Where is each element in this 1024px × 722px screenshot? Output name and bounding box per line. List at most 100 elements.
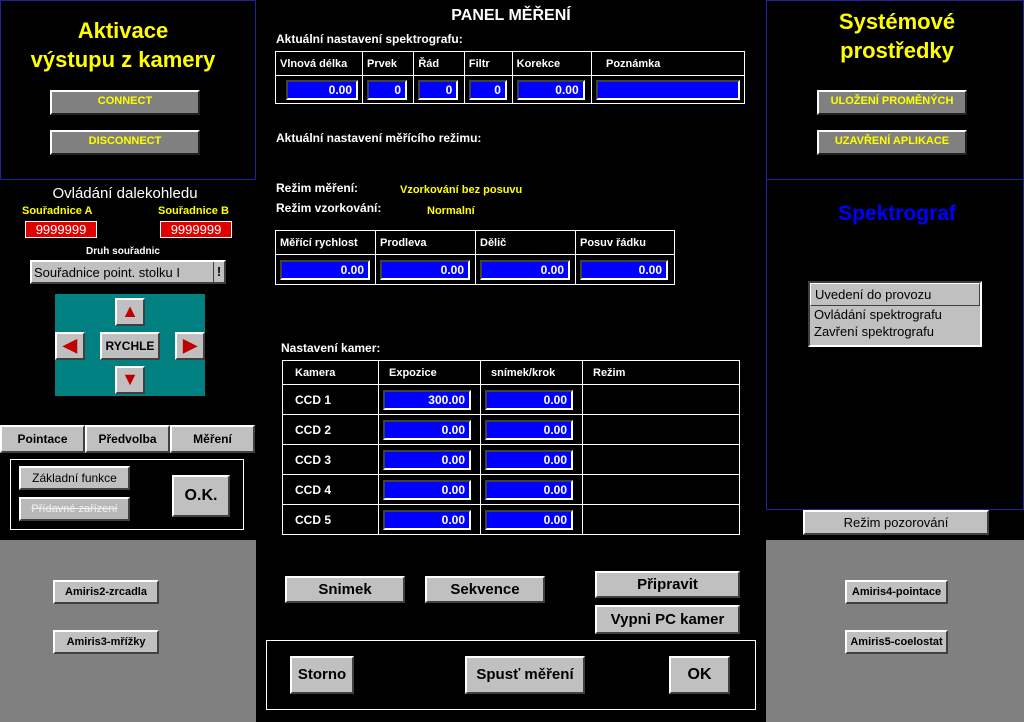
system-title-line2: prostředky [840,38,954,63]
measure-mode-value: Vzorkování bez posuvu [400,184,523,196]
frames-value[interactable]: 0.00 [485,509,573,530]
snapshot-button[interactable]: Snimek [285,576,405,603]
coord-type-value: Souřadnice point. stolku I [34,265,180,280]
camera-row: CCD 1 300.00 0.00 [282,384,740,415]
connect-button[interactable]: CONNECT [50,90,200,115]
cancel-button[interactable]: Storno [290,656,354,694]
tab-mereni[interactable]: Měření [170,425,255,453]
tab-pointace[interactable]: Pointace [0,425,85,453]
amiris2-button[interactable]: Amiris2-zrcadla [53,580,159,604]
spectro-header-correction: Korekce [511,51,593,76]
spectro-header-filter: Filtr [463,51,513,76]
start-measurement-button[interactable]: Spusť měření [465,656,585,694]
delay-value[interactable]: 0.00 [380,259,470,280]
camera-name: CCD 5 [282,504,379,535]
mode-header-divider: Dělič [475,230,576,255]
camera-activation-title-line1: Aktivace [77,18,169,43]
sequence-button[interactable]: Sekvence [425,576,545,603]
mode-header-delay: Prodleva [375,230,476,255]
system-title-line1: Systémové [838,9,956,34]
coord-type-label: Druh souřadnic [86,246,160,257]
spectro-header-element: Prvek [361,51,415,76]
spectro-header-order: Řád [413,51,465,76]
note-value[interactable] [596,79,740,100]
basic-functions-button[interactable]: Základní funkce [19,466,130,490]
speed-value[interactable]: 0.00 [280,259,370,280]
prepare-button[interactable]: Připravit [595,571,740,598]
arrow-up-button[interactable]: ▲ [115,298,145,326]
ok-button-panel[interactable]: OK [669,656,730,694]
menu-item-commissioning[interactable]: Uvedení do provozu [810,283,980,306]
spectrograph-settings-label: Aktuální nastavení spektrografu: [276,32,463,46]
divider-value[interactable]: 0.00 [480,259,570,280]
speed-button[interactable]: RYCHLE [100,332,160,360]
arrow-down-icon: ▼ [121,369,139,389]
spectrograph-menu: Uvedení do provozu Ovládání spektrografu… [808,281,982,347]
camera-activation-title-line2: výstupu z kamery [30,47,216,72]
arrow-up-icon: ▲ [121,301,139,321]
wavelength-value[interactable]: 0.00 [286,79,358,100]
spectro-header-wavelength: Vlnová délka [275,51,363,76]
system-title: Systémové prostředky [796,7,998,65]
mode-header-line-shift: Posuv řádku [575,230,675,255]
exposure-value[interactable]: 0.00 [383,449,471,470]
camera-name: CCD 4 [282,474,379,505]
frames-value[interactable]: 0.00 [485,449,573,470]
amiris5-button[interactable]: Amiris5-coelostat [845,630,948,654]
measure-mode-label: Režim měření: [276,181,359,195]
sampling-mode-value: Normalní [427,205,475,217]
coord-a-value: 9999999 [25,221,97,238]
exposure-value[interactable]: 0.00 [383,419,471,440]
camera-row: CCD 3 0.00 0.00 [282,444,740,475]
tab-predvolba[interactable]: Předvolba [85,425,170,453]
mode-header-speed: Měřící rychlost [275,230,376,255]
amiris4-button[interactable]: Amiris4-pointace [845,580,948,604]
camera-mode [582,474,740,505]
exposure-value[interactable]: 300.00 [383,389,471,410]
dropdown-toggle-icon[interactable]: ! [213,262,224,282]
ok-button-telescope[interactable]: O.K. [172,475,230,517]
arrow-right-button[interactable]: ▶ [175,332,205,360]
camera-header-camera: Kamera [282,360,379,385]
camera-mode [582,414,740,445]
coord-type-select[interactable]: Souřadnice point. stolku I ! [30,260,226,284]
frames-value[interactable]: 0.00 [485,389,573,410]
camera-name: CCD 1 [282,384,379,415]
exposure-value[interactable]: 0.00 [383,479,471,500]
save-variables-button[interactable]: ULOŽENÍ PROMĚNÝCH [817,90,967,115]
arrow-down-button[interactable]: ▼ [115,366,145,394]
amiris3-button[interactable]: Amiris3-mřížky [53,630,159,654]
spectrograph-title: Spektrograf [838,202,956,225]
frames-value[interactable]: 0.00 [485,479,573,500]
menu-item-spectrograph-control[interactable]: Ovládání spektrografu [810,306,980,323]
camera-header-mode: Režim [582,360,740,385]
coord-a-label: Souřadnice A [22,205,93,217]
camera-row: CCD 4 0.00 0.00 [282,474,740,505]
spectro-header-note: Poznámka [591,51,745,76]
telescope-title: Ovládání dalekohledu [52,185,198,202]
filter-value[interactable]: 0 [468,79,507,100]
element-value[interactable]: 0 [367,79,407,100]
arrow-left-button[interactable]: ◀ [55,332,85,360]
camera-name: CCD 2 [282,414,379,445]
frames-value[interactable]: 0.00 [485,419,573,440]
line-shift-value[interactable]: 0.00 [580,259,668,280]
camera-row: CCD 2 0.00 0.00 [282,414,740,445]
close-application-button[interactable]: UZAVŘENÍ APLIKACE [817,130,967,155]
order-value[interactable]: 0 [418,79,459,100]
camera-row: CCD 5 0.00 0.00 [282,504,740,535]
exposure-value[interactable]: 0.00 [383,509,471,530]
menu-item-spectrograph-close[interactable]: Zavření spektrografu [810,323,980,340]
extra-devices-button[interactable]: Přídavné zařízení [19,497,130,521]
coord-b-value: 9999999 [160,221,232,238]
correction-value[interactable]: 0.00 [516,79,585,100]
camera-mode [582,444,740,475]
observation-mode-button[interactable]: Režim pozorování [803,510,989,535]
camera-mode [582,504,740,535]
disconnect-button[interactable]: DISCONNECT [50,130,200,155]
camera-pc-off-button[interactable]: Vypni PC kamer [595,605,740,634]
camera-activation-title: Aktivace výstupu z kamery [0,16,246,74]
camera-header-exposure: Expozice [378,360,481,385]
measure-mode-table: Měřící rychlost Prodleva Dělič Posuv řád… [275,230,675,285]
arrow-left-icon: ◀ [63,335,77,355]
